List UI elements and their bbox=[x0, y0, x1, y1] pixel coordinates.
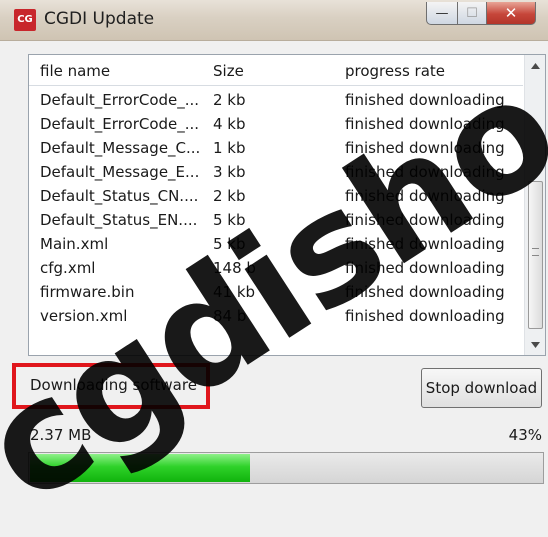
file-name-cell: Default_Message_E... bbox=[40, 163, 200, 181]
file-name-cell: Default_ErrorCode_... bbox=[40, 115, 200, 133]
table-row[interactable]: version.xml 84 b finished downloading bbox=[29, 305, 523, 329]
table-row[interactable]: Default_Status_EN.... 5 kb finished down… bbox=[29, 209, 523, 233]
chevron-down-icon bbox=[530, 341, 540, 348]
column-header-file-name[interactable]: file name bbox=[40, 62, 210, 80]
size-cell: 4 kb bbox=[213, 115, 246, 133]
table-row[interactable]: Default_Message_E... 3 kb finished downl… bbox=[29, 161, 523, 185]
scroll-up-button[interactable] bbox=[527, 57, 543, 74]
progress-rate-cell: finished downloading bbox=[345, 91, 505, 109]
file-name-cell: Main.xml bbox=[40, 235, 109, 253]
table-row[interactable]: Main.xml 5 kb finished downloading bbox=[29, 233, 523, 257]
file-name-cell: cfg.xml bbox=[40, 259, 96, 277]
table-row[interactable]: Default_Status_CN.... 2 kb finished down… bbox=[29, 185, 523, 209]
progress-rate-cell: finished downloading bbox=[345, 139, 505, 157]
column-header-size[interactable]: Size bbox=[213, 62, 333, 80]
file-name-cell: Default_Status_EN.... bbox=[40, 211, 198, 229]
file-name-cell: firmware.bin bbox=[40, 283, 135, 301]
progress-rate-cell: finished downloading bbox=[345, 115, 505, 133]
file-name-cell: Default_Message_C... bbox=[40, 139, 201, 157]
title-bar: CG CGDI Update — ☐ ✕ bbox=[0, 0, 548, 41]
maximize-icon: ☐ bbox=[466, 5, 478, 21]
size-cell: 5 kb bbox=[213, 211, 246, 229]
grip-icon bbox=[532, 248, 539, 256]
size-cell: 84 b bbox=[213, 307, 247, 325]
chevron-up-icon bbox=[530, 62, 540, 69]
progress-bar-fill bbox=[30, 454, 250, 482]
progress-rate-cell: finished downloading bbox=[345, 187, 505, 205]
size-cell: 41 kb bbox=[213, 283, 256, 301]
size-cell: 3 kb bbox=[213, 163, 246, 181]
column-header-progress-rate[interactable]: progress rate bbox=[345, 62, 523, 80]
file-name-cell: Default_ErrorCode_... bbox=[40, 91, 200, 109]
progress-rate-cell: finished downloading bbox=[345, 259, 505, 277]
minimize-icon: — bbox=[435, 5, 449, 21]
size-cell: 1 kb bbox=[213, 139, 246, 157]
scroll-down-button[interactable] bbox=[527, 336, 543, 353]
progress-rate-cell: finished downloading bbox=[345, 163, 505, 181]
size-cell: 5 kb bbox=[213, 235, 246, 253]
size-cell: 148 b bbox=[213, 259, 256, 277]
file-list[interactable]: file name Size progress rate Default_Err… bbox=[28, 54, 546, 356]
close-button[interactable]: ✕ bbox=[487, 2, 536, 25]
close-icon: ✕ bbox=[504, 4, 518, 22]
window-controls: — ☐ ✕ bbox=[426, 2, 536, 26]
minimize-button[interactable]: — bbox=[426, 2, 458, 25]
scrollbar-thumb[interactable] bbox=[528, 181, 543, 329]
file-name-cell: Default_Status_CN.... bbox=[40, 187, 199, 205]
status-message: Downloading software bbox=[30, 376, 197, 394]
progress-rate-cell: finished downloading bbox=[345, 211, 505, 229]
window-title: CGDI Update bbox=[44, 9, 155, 29]
table-row[interactable]: cfg.xml 148 b finished downloading bbox=[29, 257, 523, 281]
table-row[interactable]: firmware.bin 41 kb finished downloading bbox=[29, 281, 523, 305]
progress-rate-cell: finished downloading bbox=[345, 283, 505, 301]
size-cell: 2 kb bbox=[213, 91, 246, 109]
table-row[interactable]: Default_ErrorCode_... 4 kb finished down… bbox=[29, 113, 523, 137]
maximize-button[interactable]: ☐ bbox=[458, 2, 487, 25]
stop-download-button[interactable]: Stop download bbox=[421, 368, 542, 408]
progress-percent: 43% bbox=[508, 426, 542, 444]
size-cell: 2 kb bbox=[213, 187, 246, 205]
table-row[interactable]: Default_ErrorCode_... 2 kb finished down… bbox=[29, 89, 523, 113]
vertical-scrollbar[interactable] bbox=[524, 55, 545, 355]
progress-rate-cell: finished downloading bbox=[345, 307, 505, 325]
progress-rate-cell: finished downloading bbox=[345, 235, 505, 253]
progress-bar bbox=[28, 452, 544, 484]
table-row[interactable]: Default_Message_C... 1 kb finished downl… bbox=[29, 137, 523, 161]
downloaded-size: 2.37 MB bbox=[30, 426, 92, 444]
list-header: file name Size progress rate bbox=[29, 55, 523, 86]
file-name-cell: version.xml bbox=[40, 307, 128, 325]
cgdi-logo-icon: CG bbox=[14, 9, 36, 31]
